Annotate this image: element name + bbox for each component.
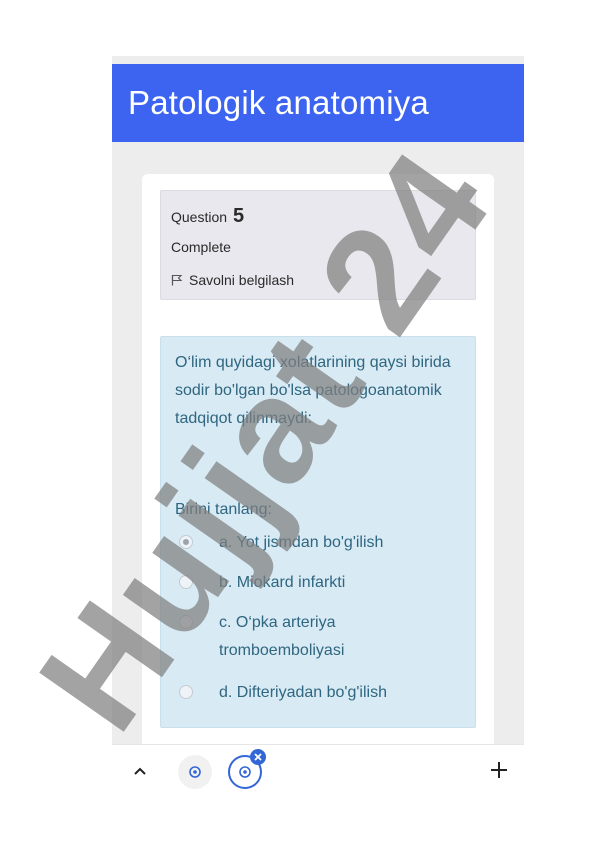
flag-icon [171,274,183,286]
radio-button[interactable] [179,685,193,699]
phone-screen: Patologik anatomiya Question 5 Complete … [112,56,524,790]
flag-question-link[interactable]: Savolni belgilash [171,272,294,288]
answer-label: b. Miokard infarkti [219,574,346,591]
tab-icon [189,766,201,778]
question-number: 5 [232,205,245,227]
answer-option-b[interactable]: b. Miokard infarkti [179,569,469,597]
question-content-box: O‘lim quyidagi xolatlarining qaysi birid… [160,336,476,728]
answer-label: c. O‘pka arteriya tromboemboliyasi [219,614,345,659]
question-info-box: Question 5 Complete Savolni belgilash [160,190,476,300]
answer-option-a[interactable]: a. Yot jismdan bo'g'ilish [179,529,469,557]
radio-button-checked[interactable] [179,535,193,549]
plus-icon[interactable] [488,759,510,781]
browser-bottom-bar [112,744,524,801]
flag-label: Savolni belgilash [189,272,295,288]
answer-prompt: Birini tanlang: [175,501,272,518]
question-label: Question [171,209,228,225]
question-state: Complete [171,239,231,255]
radio-button[interactable] [179,615,193,629]
answer-label: a. Yot jismdan bo'g'ilish [219,534,384,551]
radio-button[interactable] [179,575,193,589]
answer-option-d[interactable]: d. Difteriyadan bo'g'ilish [179,679,469,707]
question-number-line: Question 5 [171,205,244,228]
question-text: O‘lim quyidagi xolatlarining qaysi birid… [175,354,451,427]
page-title: Patologik anatomiya [128,84,429,121]
answer-option-c[interactable]: c. O‘pka arteriya tromboemboliyasi [179,609,439,665]
question-card: Question 5 Complete Savolni belgilash O‘… [142,174,494,790]
tab-button[interactable] [178,755,212,789]
app-header: Patologik anatomiya [112,64,524,142]
chevron-up-icon[interactable] [130,761,150,781]
answer-label: d. Difteriyadan bo'g'ilish [219,684,387,701]
close-badge-icon[interactable] [250,749,266,765]
